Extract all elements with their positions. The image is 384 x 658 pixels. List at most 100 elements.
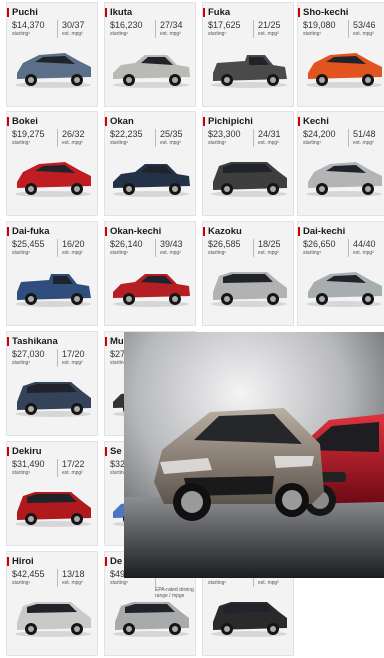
- car-mpg: 39/43: [160, 239, 183, 249]
- car-name[interactable]: Dai-fuka: [7, 226, 49, 237]
- car-mpg: 18/25: [258, 239, 281, 249]
- price-caption: starting¹: [303, 140, 322, 146]
- car-name[interactable]: De: [105, 556, 122, 567]
- car-image: [306, 272, 382, 307]
- divider: [57, 349, 58, 367]
- car-mpg: 13/18: [62, 569, 85, 579]
- car-card[interactable]: Dai-fuka $25,455 16/20 starting¹ est. mp…: [6, 221, 98, 326]
- car-price: $26,140: [110, 239, 143, 249]
- car-name[interactable]: Dai-kechi: [298, 226, 345, 237]
- car-card[interactable]: Ikuta $16,230 27/34 starting¹ est. mpg²: [104, 2, 196, 107]
- car-price: $24,200: [303, 129, 336, 139]
- car-card[interactable]: Okan $22,235 25/35 starting¹ est. mpg²: [104, 111, 196, 216]
- mpg-caption: est. mpg²: [62, 470, 83, 476]
- mpg-caption: est. mpg²: [353, 31, 374, 37]
- car-name[interactable]: Puchi: [7, 7, 38, 18]
- price-caption: starting¹: [110, 31, 129, 37]
- divider: [57, 569, 58, 587]
- car-price: $22,235: [110, 129, 143, 139]
- car-name[interactable]: Bokei: [7, 116, 38, 127]
- car-price: $19,080: [303, 20, 336, 30]
- divider: [155, 239, 156, 257]
- car-price: $25,455: [12, 239, 45, 249]
- price-caption: starting¹: [12, 140, 31, 146]
- mpg-caption: est. mpg²: [353, 250, 374, 256]
- price-caption: starting¹: [12, 250, 31, 256]
- car-image: [306, 162, 382, 197]
- car-name[interactable]: Kechi: [298, 116, 329, 127]
- car-card[interactable]: Kazoku $26,585 18/25 starting¹ est. mpg²: [202, 221, 294, 326]
- car-image: [113, 602, 189, 637]
- car-card[interactable]: Tashikana $27,030 17/20 starting¹ est. m…: [6, 331, 98, 436]
- car-image: [113, 164, 190, 197]
- car-image: [211, 162, 287, 197]
- price-caption: starting¹: [303, 250, 322, 256]
- price-caption: starting¹: [208, 140, 227, 146]
- price-caption: starting¹: [303, 31, 322, 37]
- car-price: $49: [110, 569, 126, 579]
- divider: [57, 459, 58, 477]
- car-image: [15, 602, 91, 637]
- mpg-caption: est. mpg²: [62, 250, 83, 256]
- car-name[interactable]: Kazoku: [203, 226, 242, 237]
- car-mpg: 30/37: [62, 20, 85, 30]
- car-price: $17,625: [208, 20, 241, 30]
- car-price: $31,490: [12, 459, 45, 469]
- car-name[interactable]: Fuka: [203, 7, 230, 18]
- car-price: $16,230: [110, 20, 143, 30]
- car-name[interactable]: Tashikana: [7, 336, 58, 347]
- mpg-caption: est. mpg²: [62, 360, 83, 366]
- car-price: $26,585: [208, 239, 241, 249]
- car-mpg: 26/32: [62, 129, 85, 139]
- divider: [253, 239, 254, 257]
- promo-image: [124, 332, 384, 578]
- mpg-caption: est. mpg²: [160, 250, 181, 256]
- divider: [57, 129, 58, 147]
- car-name[interactable]: Okan: [105, 116, 134, 127]
- mpg-caption: est. mpg²: [258, 140, 279, 146]
- price-caption: starting¹: [12, 470, 31, 476]
- car-mpg: 24/31: [258, 129, 281, 139]
- car-card[interactable]: Dekiru $31,490 17/22 starting¹ est. mpg²: [6, 441, 98, 546]
- car-card[interactable]: Hiroi $42,455 13/18 starting¹ est. mpg²: [6, 551, 98, 656]
- car-mpg: 25/35: [160, 129, 183, 139]
- car-image: [15, 492, 91, 527]
- car-image: [15, 382, 91, 417]
- mpg-caption: est. mpg²: [62, 580, 83, 586]
- car-mpg: 44/40: [353, 239, 376, 249]
- car-name[interactable]: Ikuta: [105, 7, 132, 18]
- car-name[interactable]: Hiroi: [7, 556, 34, 567]
- car-card[interactable]: Dai-kechi $26,650 44/40 starting¹ est. m…: [297, 221, 384, 326]
- car-image: [211, 272, 287, 307]
- car-card[interactable]: Okan-kechi $26,140 39/43 starting¹ est. …: [104, 221, 196, 326]
- car-price: $27,030: [12, 349, 45, 359]
- car-card[interactable]: Bokei $19,275 26/32 starting¹ est. mpg²: [6, 111, 98, 216]
- divider: [155, 20, 156, 38]
- car-name[interactable]: Okan-kechi: [105, 226, 161, 237]
- divider: [155, 129, 156, 147]
- mpg-caption: est. mpg²: [258, 580, 279, 586]
- car-card[interactable]: Sho-kechi $19,080 53/46 starting¹ est. m…: [297, 2, 384, 107]
- divider: [57, 20, 58, 38]
- car-card[interactable]: Kechi $24,200 51/48 starting¹ est. mpg²: [297, 111, 384, 216]
- car-mpg: 53/46: [353, 20, 376, 30]
- car-promo-photo: [124, 332, 384, 578]
- car-name[interactable]: Pichipichi: [203, 116, 253, 127]
- mpg-caption: est. mpg²: [160, 140, 181, 146]
- car-name[interactable]: Dekiru: [7, 446, 42, 457]
- car-image: [113, 274, 190, 307]
- car-image: [306, 53, 382, 88]
- car-card[interactable]: Puchi $14,370 30/37 starting¹ est. mpg²: [6, 2, 98, 107]
- epa-range-note: EPA-rated driving range / mpge: [155, 587, 194, 599]
- car-name[interactable]: Se: [105, 446, 122, 457]
- car-name[interactable]: Sho-kechi: [298, 7, 348, 18]
- price-caption: starting¹: [110, 140, 129, 146]
- price-caption: starting¹: [208, 580, 227, 586]
- divider: [57, 239, 58, 257]
- car-card[interactable]: Fuka $17,625 21/25 starting¹ est. mpg²: [202, 2, 294, 107]
- car-mpg: 17/22: [62, 459, 85, 469]
- price-caption: starting¹: [208, 250, 227, 256]
- divider: [253, 129, 254, 147]
- car-card[interactable]: Pichipichi $23,300 24/31 starting¹ est. …: [202, 111, 294, 216]
- car-name[interactable]: Mu: [105, 336, 124, 347]
